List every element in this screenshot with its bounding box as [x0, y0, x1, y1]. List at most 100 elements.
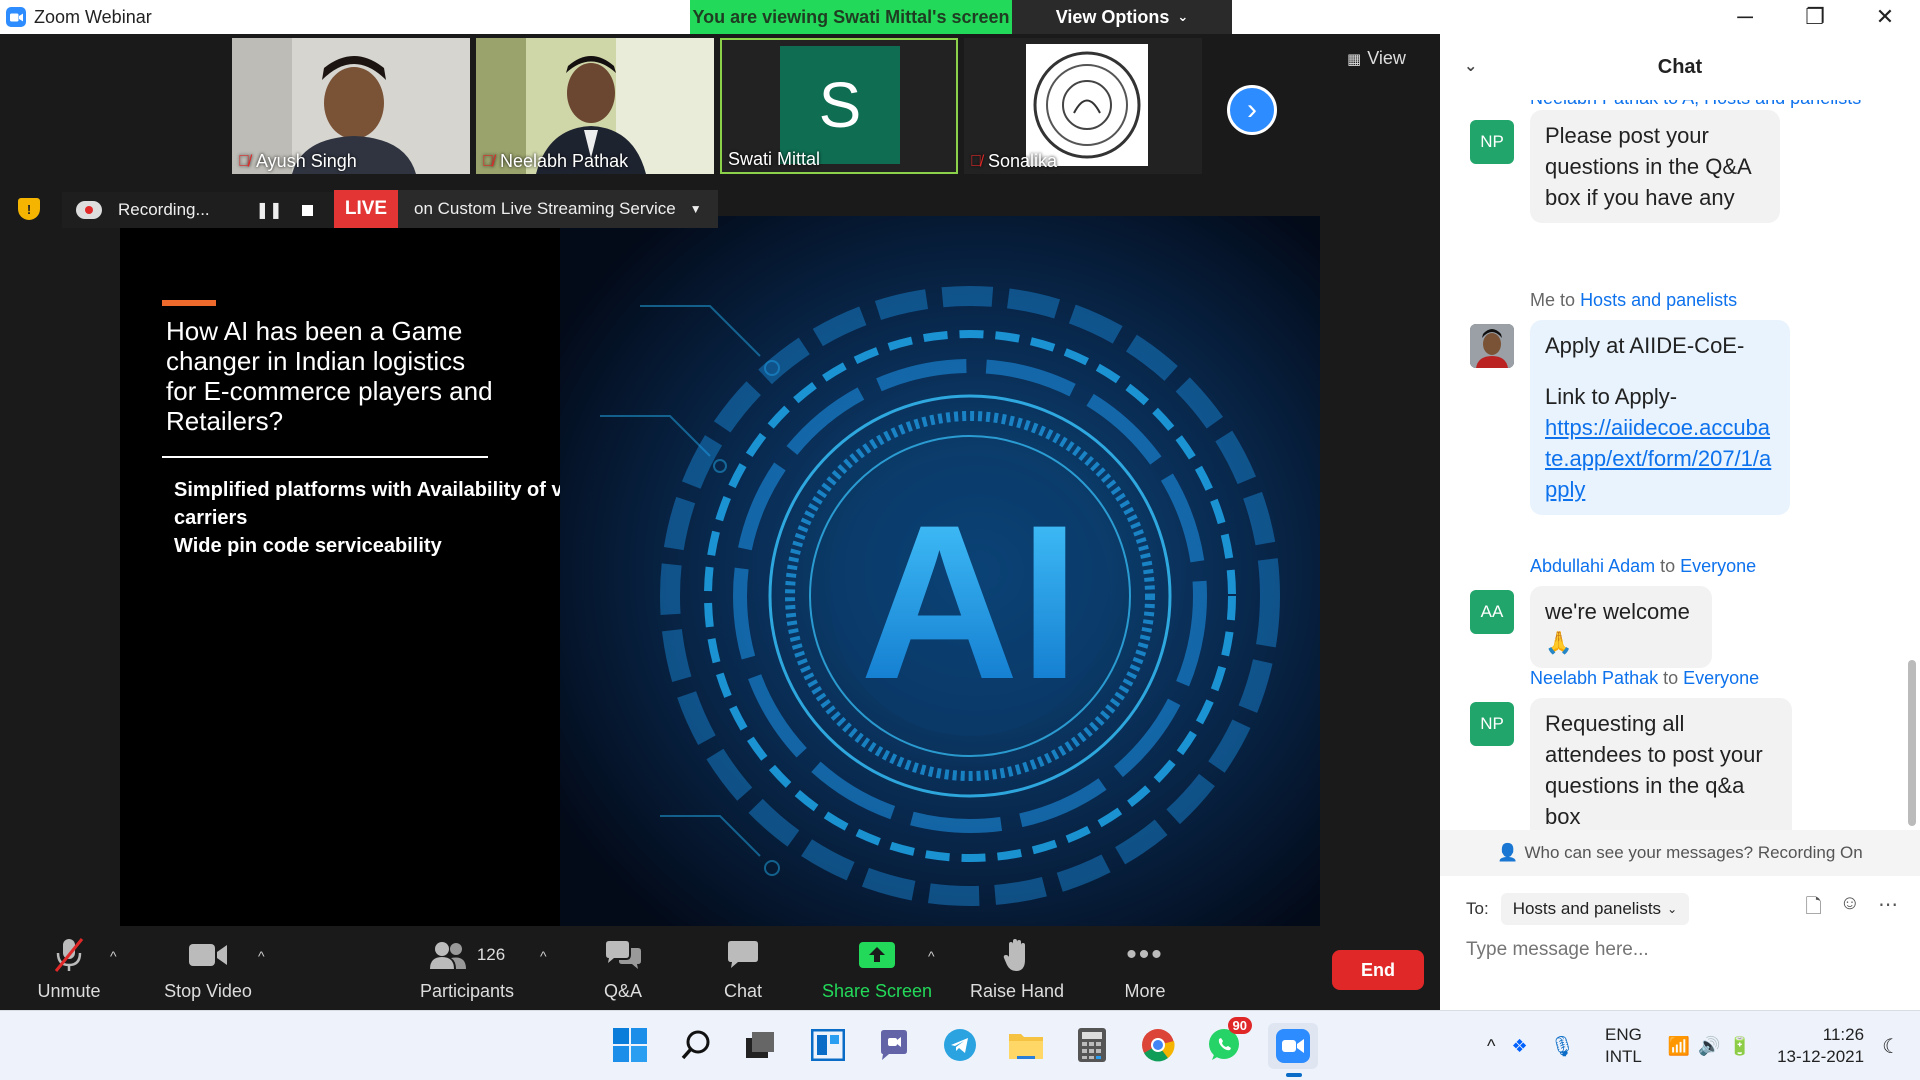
telegram-icon[interactable]	[940, 1025, 980, 1065]
participant-tile-sonalika[interactable]: 🎙̸ Sonalika	[964, 38, 1202, 174]
unmute-label: Unmute	[37, 981, 101, 1001]
video-camera-icon	[188, 935, 228, 975]
chat-button[interactable]: Chat	[710, 926, 776, 1010]
share-screen-button[interactable]: Share Screen	[820, 926, 934, 1010]
grid-view-icon: ▦	[1347, 50, 1362, 68]
view-label: View	[1367, 48, 1406, 68]
mic-muted-icon: 🎙̸	[970, 152, 982, 170]
chat-tools: 🗋 ☺ ⋯	[1805, 892, 1898, 926]
meeting-toolbar: Unmute ^ Stop Video ^ 126 Participants ^…	[0, 926, 1440, 1010]
video-options-caret-icon[interactable]: ^	[258, 948, 265, 964]
clock[interactable]: 11:26 13-12-2021	[1777, 1024, 1864, 1068]
share-options-caret-icon[interactable]: ^	[928, 948, 935, 964]
battery-icon[interactable]: 🔋	[1729, 1036, 1751, 1057]
chat-title: Chat	[1657, 55, 1703, 78]
clipped-message-header: Neelabh Pathak to A, Hosts and panelists	[1530, 100, 1861, 109]
active-app-indicator	[1286, 1073, 1302, 1077]
chat-message-input[interactable]	[1466, 930, 1886, 970]
participant-count: 126	[476, 945, 506, 964]
end-meeting-button[interactable]: End	[1332, 950, 1424, 990]
notification-badge: 90	[1227, 1017, 1252, 1034]
next-participants-button[interactable]: ›	[1227, 85, 1277, 135]
widgets-icon[interactable]	[808, 1025, 848, 1065]
microphone-icon[interactable]: 🎙	[1550, 1034, 1575, 1059]
minimize-icon[interactable]: ─	[1710, 4, 1780, 30]
search-icon[interactable]	[676, 1025, 716, 1065]
zoom-taskbar-icon[interactable]	[1268, 1023, 1318, 1069]
privacy-notice[interactable]: 👤 Who can see your messages? Recording O…	[1440, 830, 1920, 876]
unmute-button[interactable]: Unmute	[24, 926, 114, 1010]
recipient-dropdown[interactable]: Hosts and panelists ⌄	[1500, 893, 1690, 925]
pause-recording-icon[interactable]: ❚❚	[256, 200, 283, 220]
zoom-webinar-window: Zoom Webinar You are viewing Swati Mitta…	[0, 0, 1920, 1080]
more-options-icon[interactable]: ⋯	[1878, 892, 1898, 926]
stop-video-button[interactable]: Stop Video	[158, 926, 258, 1010]
participant-name: 🎙̸ Neelabh Pathak	[482, 151, 629, 171]
to-label: To:	[1466, 899, 1489, 918]
slide-title: How AI has been a Game changer in Indian…	[166, 316, 493, 436]
dropbox-icon[interactable]: ❖	[1511, 1036, 1527, 1057]
more-button[interactable]: ••• More	[1112, 926, 1178, 1010]
chat-recipient-row: To: Hosts and panelists ⌄ 🗋 ☺ ⋯	[1440, 886, 1920, 932]
chat-scrollbar[interactable]	[1908, 660, 1916, 826]
file-explorer-icon[interactable]	[1006, 1025, 1046, 1065]
language-indicator[interactable]: ENG INTL	[1605, 1024, 1642, 1068]
file-attach-icon[interactable]: 🗋	[1805, 892, 1821, 926]
chat-header: ⌄ Chat	[1440, 34, 1920, 100]
show-hidden-icons-icon[interactable]: ^	[1487, 1036, 1495, 1057]
live-badge[interactable]: LIVE	[334, 190, 398, 228]
qa-button[interactable]: Q&A	[590, 926, 656, 1010]
chevron-down-icon[interactable]: ⌄	[1464, 56, 1477, 76]
windows-start-icon[interactable]	[610, 1025, 650, 1065]
recording-bar: Recording... ❚❚	[62, 192, 334, 228]
avatar: NP	[1470, 702, 1514, 746]
close-icon[interactable]: ✕	[1850, 4, 1920, 30]
raise-hand-label: Raise Hand	[969, 981, 1065, 1001]
chat-bubble-icon	[726, 935, 760, 975]
cloud-recording-icon	[76, 201, 102, 219]
participant-tile-ayush[interactable]: 🎙̸ Ayush Singh	[232, 38, 470, 174]
participant-tile-swati[interactable]: S Swati Mittal	[720, 38, 958, 174]
recipient-value: Hosts and panelists	[1512, 899, 1662, 918]
slide-divider	[162, 456, 488, 458]
view-options-button[interactable]: View Options ⌄	[1012, 0, 1232, 34]
do-not-disturb-icon[interactable]: ☾	[1882, 1034, 1900, 1059]
message-sender: Abdullahi Adam to Everyone	[1530, 556, 1757, 576]
chat-panel: ⌄ Chat Neelabh Pathak to A, Hosts and pa…	[1440, 34, 1920, 1010]
view-layout-button[interactable]: ▦ View	[1347, 48, 1406, 69]
teams-chat-icon[interactable]	[874, 1025, 914, 1065]
calculator-icon[interactable]	[1072, 1025, 1112, 1065]
participant-tile-neelabh[interactable]: 🎙̸ Neelabh Pathak	[476, 38, 714, 174]
participants-icon: 126	[429, 935, 505, 975]
maximize-icon[interactable]: ❐	[1780, 4, 1850, 30]
live-streaming-service-dropdown[interactable]: on Custom Live Streaming Service ▼	[398, 190, 718, 228]
security-shield-icon[interactable]: !	[18, 198, 40, 220]
apply-link[interactable]: https://aiidecoe.accubate.app/ext/form/2…	[1545, 415, 1771, 502]
share-screen-label: Share Screen	[821, 981, 933, 1001]
chevron-down-icon: ⌄	[1177, 9, 1189, 24]
message-sender: Neelabh Pathak to Everyone	[1530, 668, 1760, 688]
window-controls: ─ ❐ ✕	[1440, 0, 1920, 34]
audio-options-caret-icon[interactable]: ^	[110, 948, 117, 964]
ellipsis-icon: •••	[1126, 938, 1164, 971]
participants-options-caret-icon[interactable]: ^	[540, 948, 547, 964]
participant-name: Swati Mittal	[728, 149, 821, 169]
chrome-icon[interactable]	[1138, 1025, 1178, 1065]
participants-button[interactable]: 126 Participants	[414, 926, 520, 1010]
share-screen-icon	[858, 935, 896, 975]
qa-label: Q&A	[603, 981, 642, 1001]
slide-accent-bar	[162, 300, 216, 306]
message-bubble: Apply at AIIDE-CoE- Link to Apply- https…	[1530, 320, 1790, 515]
streaming-service-label: on Custom Live Streaming Service	[414, 199, 676, 218]
avatar: NP	[1470, 120, 1514, 164]
wifi-icon[interactable]: 📶	[1668, 1036, 1690, 1057]
raise-hand-button[interactable]: Raise Hand	[966, 926, 1068, 1010]
volume-icon[interactable]: 🔊	[1698, 1036, 1720, 1057]
chat-messages: Neelabh Pathak to A, Hosts and panelists…	[1440, 100, 1910, 830]
emoji-icon[interactable]: ☺	[1840, 892, 1860, 926]
stop-recording-icon[interactable]	[302, 204, 314, 216]
participants-label: Participants	[419, 981, 515, 1001]
whatsapp-icon[interactable]: 90	[1204, 1017, 1252, 1065]
task-view-icon[interactable]	[740, 1025, 780, 1065]
avatar: AA	[1470, 590, 1514, 634]
